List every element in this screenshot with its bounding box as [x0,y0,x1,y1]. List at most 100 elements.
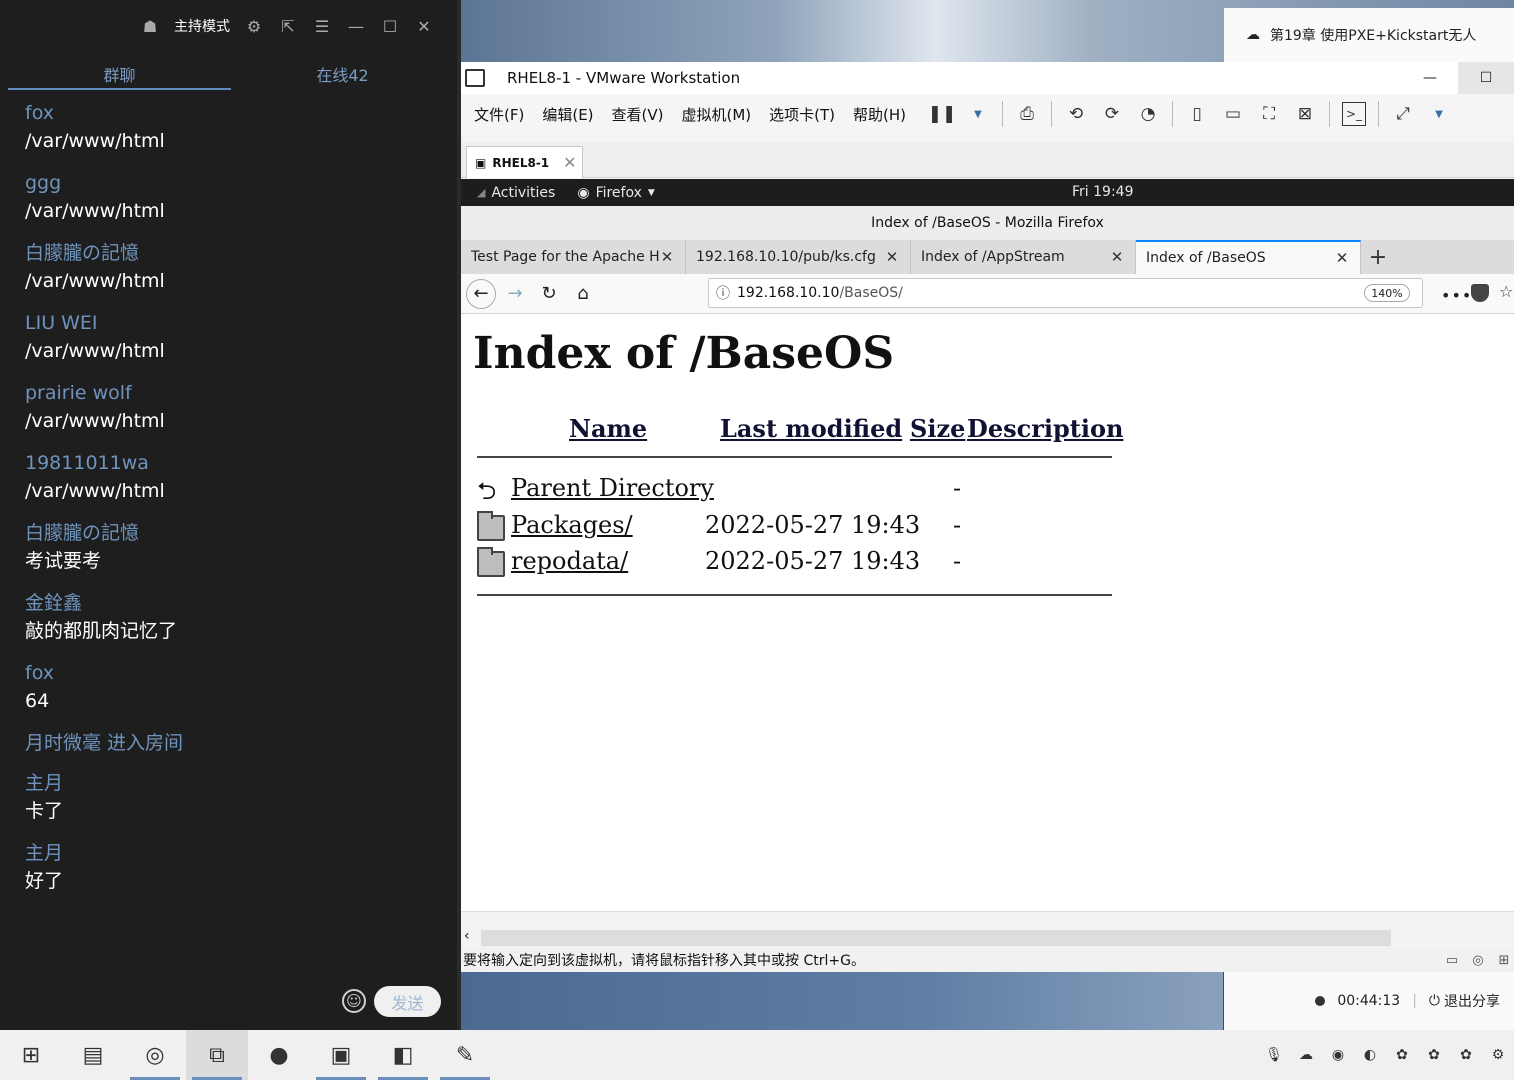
table-row: repodata/ 2022-05-27 19:43 - [477,547,1112,581]
sort-by-description-link[interactable]: Description [967,414,1123,443]
tab-label: Test Page for the Apache HT [471,249,659,265]
minimize-icon[interactable]: — [1402,62,1458,94]
notification-text: 第19章 使用PXE+Kickstart无人 [1270,28,1477,44]
tab-baseos[interactable]: Index of /BaseOS ✕ [1136,240,1361,274]
file-explorer-icon[interactable]: ▤ [62,1030,124,1080]
minimize-icon[interactable]: — [346,16,366,36]
sort-by-name-link[interactable]: Name [569,414,647,443]
tab-online[interactable]: 在线42 [231,62,454,90]
exit-share-button[interactable]: ⏻ 退出分享 [1429,991,1500,1011]
vmware-icon[interactable]: ⧉ [186,1030,248,1080]
settings-tray-icon[interactable]: ⚙ [1488,1045,1508,1065]
maximize-icon[interactable]: ☐ [1458,62,1514,94]
close-icon[interactable]: ✕ [414,16,434,36]
start-button[interactable]: ⊞ [0,1030,62,1080]
tab-rhel8-1[interactable]: ▣ RHEL8-1 ✕ [466,146,583,178]
message-nick: fox [25,102,54,124]
message-body: /var/www/html [25,480,165,502]
cloud-icon: ☁ [1246,27,1260,43]
forward-button[interactable]: → [500,279,530,309]
repodata-link[interactable]: repodata/ [511,547,628,575]
menu-vm[interactable]: 虚拟机(M) [682,104,752,125]
tab-appstream[interactable]: Index of /AppStream ✕ [911,240,1136,274]
emoji-icon[interactable]: ☺ [342,989,366,1013]
sort-by-size-link[interactable]: Size [910,414,965,443]
popout-icon[interactable]: ⇱ [278,16,298,36]
table-row: Packages/ 2022-05-27 19:43 - [477,511,1112,545]
tab-ks-cfg[interactable]: 192.168.10.10/pub/ks.cfg ✕ [686,240,911,274]
terminal-app-icon[interactable]: ◧ [372,1030,434,1080]
tab-test-page[interactable]: Test Page for the Apache HT ✕ [461,240,686,274]
close-icon[interactable]: ✕ [1334,249,1350,267]
send-ctrl-alt-del-icon[interactable]: ⎙ [1015,102,1039,126]
vmware-window: RHEL8-1 - VMware Workstation — ☐ 文件(F) 编… [461,62,1514,972]
menu-tabs[interactable]: 选项卡(T) [769,104,835,125]
tab-group-chat[interactable]: 群聊 [8,62,231,90]
activities-button[interactable]: ◢ Activities [477,185,555,201]
chrome-icon[interactable]: ◎ [124,1030,186,1080]
horizontal-scrollbar[interactable] [481,930,1391,946]
menu-edit[interactable]: 编辑(E) [542,104,593,125]
new-tab-button[interactable]: + [1361,240,1395,274]
app-icon[interactable]: ● [248,1030,310,1080]
close-icon[interactable]: ✕ [659,248,675,266]
app-tray-icon[interactable]: ◐ [1360,1045,1380,1065]
home-button[interactable]: ⌂ [568,279,598,309]
maximize-icon[interactable]: ☐ [380,16,400,36]
chevron-down-icon: ▼ [647,187,655,198]
unity-icon[interactable]: ⊠ [1293,102,1317,126]
media-app-icon[interactable]: ▣ [310,1030,372,1080]
notification-banner[interactable]: ☁ 第19章 使用PXE+Kickstart无人 [1224,8,1514,62]
chat-tray-icon[interactable]: ✿ [1424,1045,1444,1065]
menu-file[interactable]: 文件(F) [474,104,524,125]
snapshot-icon[interactable]: ⟲ [1064,102,1088,126]
pause-icon[interactable]: ❚❚ [928,102,957,126]
list-item: prairie wolf/var/www/html [25,380,445,436]
menu-view[interactable]: 查看(V) [612,104,664,125]
chevron-down-icon[interactable]: ▼ [966,102,990,126]
hard-disk-icon[interactable]: ▭ [1442,950,1462,970]
revert-snapshot-icon[interactable]: ⟳ [1100,102,1124,126]
snapshot-manager-icon[interactable]: ◔ [1136,102,1160,126]
parent-directory-link[interactable]: Parent Directory [511,474,714,502]
send-button[interactable]: 发送 [374,986,441,1017]
network-icon[interactable]: ⊞ [1494,950,1514,970]
reload-button[interactable]: ↻ [534,279,564,309]
url-text[interactable]: 192.168.10.10/BaseOS/ [737,285,1364,301]
console-icon[interactable]: >_ [1342,102,1367,126]
back-button[interactable]: ← [466,278,496,309]
zoom-level-badge[interactable]: 140% [1364,284,1410,302]
info-icon[interactable]: ⓘ [709,283,737,303]
show-library-icon[interactable]: ▯ [1185,102,1209,126]
chat-mode-label: 主持模式 [174,19,230,35]
scroll-left-icon[interactable]: ‹ [464,928,470,944]
chevron-down-icon[interactable]: ▼ [1427,102,1451,126]
sort-by-modified-link[interactable]: Last modified [720,414,902,443]
close-icon[interactable]: ✕ [563,153,576,172]
pocket-icon[interactable] [1471,284,1489,302]
menu-help[interactable]: 帮助(H) [853,104,906,125]
cdrom-icon[interactable]: ◎ [1468,950,1488,970]
message-nick: fox [25,662,54,684]
menu-icon[interactable]: ☰ [312,16,332,36]
stretch-icon[interactable]: ⤢ [1391,102,1415,126]
close-icon[interactable]: ✕ [1109,248,1125,266]
settings-icon[interactable]: ⚙ [244,16,264,36]
security-icon[interactable]: ◉ [1328,1045,1348,1065]
page-actions-icon[interactable]: ••• [1441,286,1472,305]
list-item: ggg/var/www/html [25,170,445,226]
chat-tray-icon[interactable]: ✿ [1392,1045,1412,1065]
cloud-tray-icon[interactable]: ☁ [1296,1045,1316,1065]
bookmark-star-icon[interactable]: ☆ [1499,282,1513,301]
exit-share-label: 退出分享 [1444,994,1500,1010]
chat-tray-icon[interactable]: ✿ [1456,1045,1476,1065]
url-bar[interactable]: ⓘ 192.168.10.10/BaseOS/ 140% [708,278,1423,308]
thumbnail-bar-icon[interactable]: ▭ [1221,102,1245,126]
microphone-icon[interactable]: 🎙 [1264,1045,1284,1065]
fullscreen-icon[interactable]: ⛶ [1257,102,1281,126]
close-icon[interactable]: ✕ [884,248,900,266]
app-menu[interactable]: ◉ Firefox ▼ [577,185,654,201]
pen-app-icon[interactable]: ✎ [434,1030,496,1080]
clock[interactable]: Fri 19:49 [1072,179,1133,206]
packages-link[interactable]: Packages/ [511,511,633,539]
